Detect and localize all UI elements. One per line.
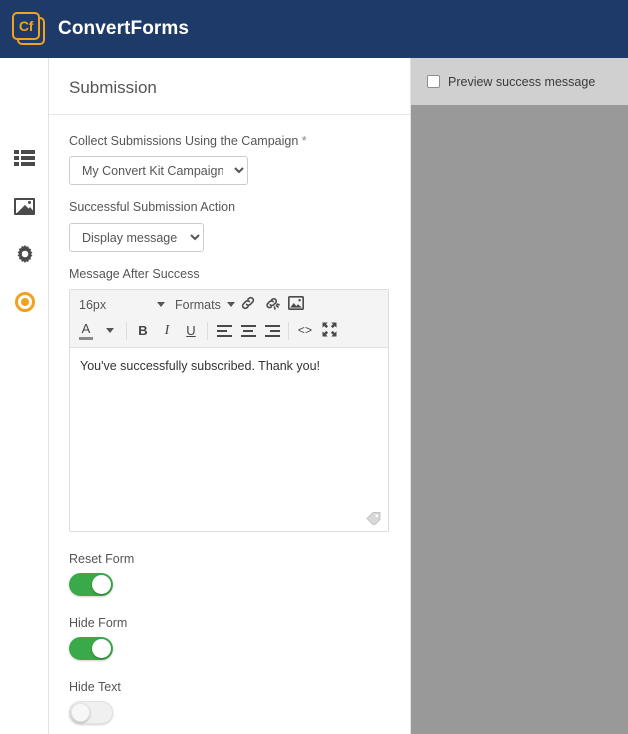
preview-toolbar: Preview success message [411,58,628,105]
editor-content-text: You've successfully subscribed. Thank yo… [80,358,321,373]
chevron-down-icon [157,302,165,308]
settings-panel: Submission Collect Submissions Using the… [49,58,411,734]
convertforms-logo-icon[interactable]: Cf [12,12,46,46]
field-hide-form: Hide Form [69,616,390,660]
editor-toolbar-row-1: 16px Formats [74,292,384,318]
sidebar-item-media[interactable] [0,182,49,230]
field-submission-action: Successful Submission Action Display mes… [69,199,390,252]
reset-form-toggle[interactable] [69,572,113,596]
field-campaign: Collect Submissions Using the Campaign *… [69,133,390,186]
gear-icon [15,244,35,264]
unlink-button[interactable] [260,293,284,317]
preview-panel: Preview success message [411,58,628,734]
campaign-label: Collect Submissions Using the Campaign * [69,133,390,149]
insert-image-button[interactable] [284,293,308,317]
chevron-down-icon [226,302,235,308]
editor-content-area[interactable]: You've successfully subscribed. Thank yo… [70,347,388,531]
settings-form: Collect Submissions Using the Campaign *… [49,115,410,724]
text-color-glyph: A [81,320,91,336]
campaign-required-marker: * [301,134,307,148]
field-reset-form: Reset Form [69,552,390,596]
link-icon [240,295,256,314]
align-center-icon [240,324,256,337]
target-icon [14,292,35,312]
align-center-button[interactable] [236,319,260,343]
formats-value: Formats [175,297,221,312]
align-right-button[interactable] [260,319,284,343]
image-icon [14,197,35,215]
italic-icon: I [164,322,170,338]
source-code-button[interactable]: <> [293,319,317,343]
toggle-knob [92,638,111,658]
chevron-down-icon [106,328,114,334]
align-right-icon [264,324,280,337]
brand-name: ConvertForms [58,18,190,39]
list-icon [14,150,35,166]
align-left-icon [216,324,232,337]
sidebar-item-campaigns[interactable] [0,278,49,326]
underline-button[interactable]: U [179,319,203,343]
toggle-knob [92,574,111,594]
insert-link-button[interactable] [236,293,260,317]
underline-icon: U [186,323,196,339]
text-color-icon: A [79,322,93,340]
font-size-dropdown[interactable]: 16px [74,293,170,317]
app-header: Cf ConvertForms [0,0,628,58]
editor-toolbar: 16px Formats A B I U <> [70,289,388,348]
toolbar-divider [207,321,208,340]
field-hide-text: Hide Text [69,680,390,724]
action-label: Successful Submission Action [69,200,236,215]
editor-toolbar-row-2: A B I U <> [74,318,384,344]
text-color-button[interactable]: A [74,319,98,343]
sidebar-item-settings[interactable] [0,230,49,278]
preview-success-message-checkbox[interactable] [427,75,440,88]
italic-button[interactable]: I [155,319,179,343]
resize-handle-icon[interactable] [366,511,382,526]
hide-form-label: Hide Form [69,615,128,630]
source-code-icon: <> [297,323,313,338]
reset-form-label: Reset Form [69,551,135,566]
text-color-swatch [79,336,93,340]
preview-success-message-label: Preview success message [448,74,596,89]
formats-dropdown[interactable]: Formats [170,293,236,317]
campaign-select[interactable]: My Convert Kit Campaign [69,156,248,186]
field-message-after-success: Message After Success 16px Formats A B I… [69,266,390,532]
image-icon [288,296,304,313]
rich-text-editor: 16px Formats A B I U <> You've successfu… [69,288,389,532]
toggle-knob [71,702,90,722]
preview-canvas [411,105,628,734]
align-left-button[interactable] [212,319,236,343]
hide-form-toggle[interactable] [69,636,113,660]
campaign-label-text: Collect Submissions Using the Campaign [69,134,299,148]
page-title: Submission [49,58,410,115]
logo-front-square: Cf [12,12,40,40]
message-label: Message After Success [69,266,200,281]
text-color-dropdown[interactable] [98,319,122,343]
fullscreen-button[interactable] [317,319,341,343]
logo-mark-text: Cf [18,18,34,34]
app-root: Cf ConvertForms Submission Collect Submi… [0,0,628,734]
hide-text-label: Hide Text [69,679,121,694]
fullscreen-icon [322,322,337,340]
toolbar-divider [126,321,127,340]
submission-action-select[interactable]: Display message [69,222,204,252]
bold-button[interactable]: B [131,319,155,343]
font-size-value: 16px [79,297,107,312]
toolbar-divider [288,321,289,340]
sidebar-rail [0,58,49,734]
bold-icon: B [138,323,148,339]
hide-text-toggle[interactable] [69,700,113,724]
unlink-icon [264,295,280,314]
sidebar-item-forms[interactable] [0,134,49,182]
